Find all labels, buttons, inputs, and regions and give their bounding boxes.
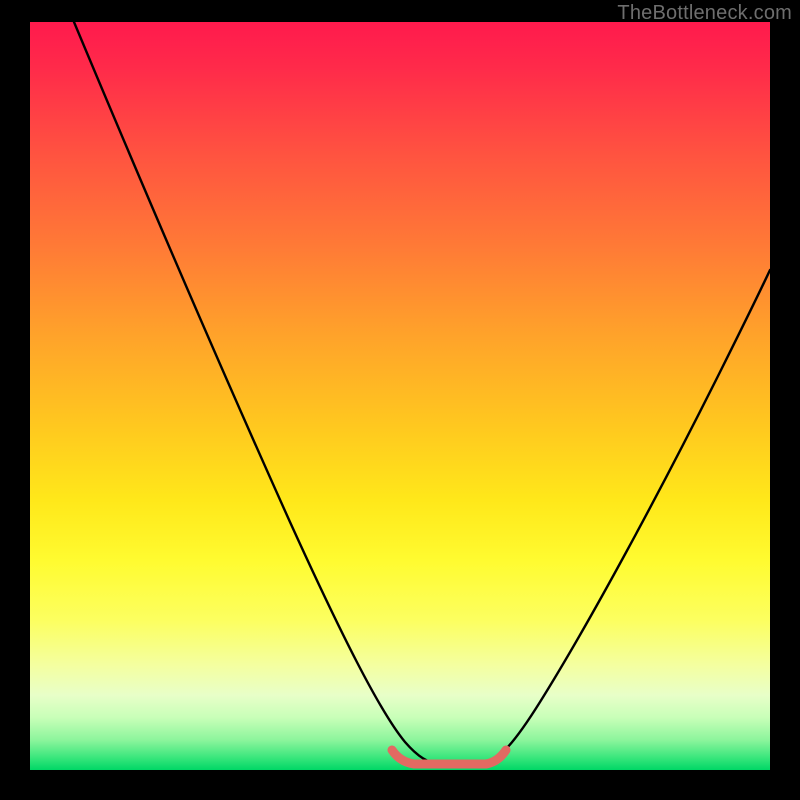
chart-plot-area bbox=[30, 22, 770, 770]
watermark-text: TheBottleneck.com bbox=[617, 2, 792, 25]
valley-band bbox=[392, 750, 506, 764]
chart-svg bbox=[30, 22, 770, 770]
bottleneck-curve bbox=[74, 22, 770, 764]
chart-frame: TheBottleneck.com bbox=[0, 0, 800, 800]
